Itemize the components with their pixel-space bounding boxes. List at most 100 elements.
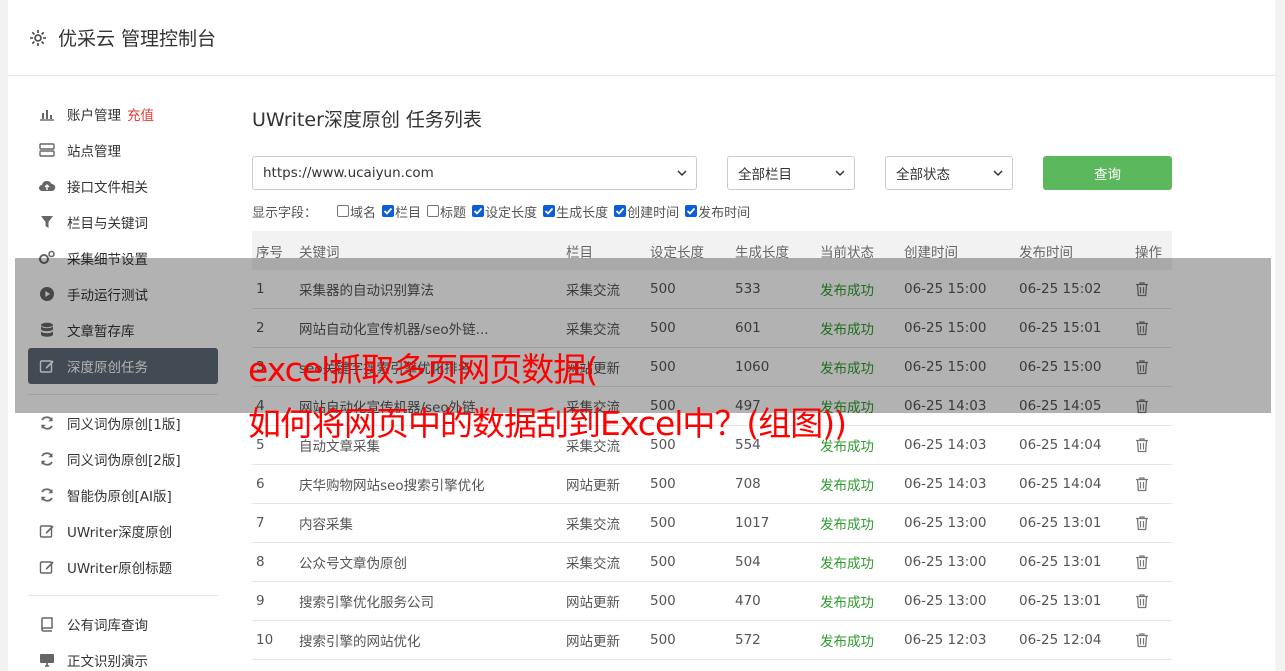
field-checkbox[interactable]: 发布时间 <box>685 202 750 221</box>
sidebar-item[interactable]: 接口文件相关 <box>28 168 218 204</box>
trash-icon[interactable] <box>1135 515 1172 531</box>
row-created: 06-25 14:03 <box>904 476 987 492</box>
field-checkbox[interactable]: 生成长度 <box>543 202 608 221</box>
field-checkbox-label: 创建时间 <box>627 205 680 221</box>
row-created: 06-25 13:00 <box>904 515 987 531</box>
row-number: 6 <box>256 476 265 492</box>
field-checkbox-label: 域名 <box>350 205 377 221</box>
bar-chart-icon <box>38 105 56 123</box>
row-created: 06-25 13:00 <box>904 554 987 570</box>
row-set-length: 500 <box>650 554 676 570</box>
trash-icon[interactable] <box>1135 437 1172 453</box>
sidebar-item[interactable]: 公有词库查询 <box>28 606 218 642</box>
sidebar-item[interactable]: UWriter深度原创 <box>28 513 218 549</box>
sidebar-item-label: 栏目与关键词 <box>67 216 148 232</box>
sidebar-item-label: 账户管理 <box>67 108 121 124</box>
sidebar-item[interactable]: 正文识别演示 <box>28 642 218 671</box>
field-checkbox[interactable]: 标题 <box>427 202 466 221</box>
status-select[interactable]: 全部状态 <box>885 156 1013 190</box>
field-checkbox-label: 栏目 <box>395 205 422 221</box>
row-published: 06-25 14:04 <box>1019 437 1102 453</box>
book-icon <box>38 615 56 633</box>
sidebar-item[interactable]: 栏目与关键词 <box>28 204 218 240</box>
site-select-value: https://www.ucaiyun.com <box>263 165 434 181</box>
field-checkbox-label: 发布时间 <box>698 205 751 221</box>
sidebar-item[interactable]: 账户管理 充值 <box>28 96 218 132</box>
checkbox-checked-icon <box>614 205 627 217</box>
monitor-icon <box>38 651 56 669</box>
page-title: UWriter深度原创 任务列表 <box>252 109 482 131</box>
row-published: 06-25 13:01 <box>1019 515 1102 531</box>
row-keyword: 内容采集 <box>299 517 353 533</box>
refresh-icon <box>38 486 56 504</box>
trash-icon[interactable] <box>1135 476 1172 492</box>
sidebar-item[interactable]: 站点管理 <box>28 132 218 168</box>
field-checkbox[interactable]: 栏目 <box>382 202 421 221</box>
field-checkbox[interactable]: 设定长度 <box>472 202 537 221</box>
row-created: 06-25 13:00 <box>904 593 987 609</box>
field-checkbox[interactable]: 域名 <box>337 202 376 221</box>
chevron-down-icon <box>677 170 687 177</box>
sidebar-item-label: UWriter原创标题 <box>67 561 173 577</box>
row-status: 发布成功 <box>820 556 874 572</box>
row-status: 发布成功 <box>820 478 874 494</box>
table-row: 7 内容采集 采集交流 500 1017 发布成功 06-25 13:00 06-25 13:… <box>252 504 1172 543</box>
table-row: 8 公众号文章伪原创 采集交流 500 504 发布成功 06-25 13:00 06-25 … <box>252 543 1172 582</box>
row-number: 7 <box>256 515 265 531</box>
sidebar-item-label: 同义词伪原创[2版] <box>67 453 181 469</box>
row-status: 发布成功 <box>820 595 874 611</box>
display-fields-label: 显示字段： <box>252 205 318 221</box>
row-gen-length: 470 <box>735 593 761 609</box>
column-select-value: 全部栏目 <box>738 167 792 183</box>
edit-icon <box>38 558 56 576</box>
refresh-icon <box>38 450 56 468</box>
filter-icon <box>38 213 56 231</box>
filter-bar: https://www.ucaiyun.com 全部栏目 全部状态 查询 <box>252 156 1172 190</box>
edit-icon <box>38 522 56 540</box>
main-content: UWriter深度原创 任务列表 https://www.ucaiyun.com… <box>252 100 1172 660</box>
field-checkbox-label: 设定长度 <box>485 205 538 221</box>
app-title: 优采云 管理控制台 <box>58 28 217 50</box>
site-select[interactable]: https://www.ucaiyun.com <box>252 156 697 190</box>
row-set-length: 500 <box>650 476 676 492</box>
caption-line-1: excel抓取多页网页数据( <box>248 350 598 389</box>
trash-icon[interactable] <box>1135 554 1172 570</box>
checkbox-empty-icon <box>427 205 440 217</box>
checkbox-checked-icon <box>472 205 485 217</box>
gear-icon <box>28 28 48 48</box>
field-checkbox-label: 标题 <box>440 205 467 221</box>
row-published: 06-25 14:04 <box>1019 476 1102 492</box>
row-number: 10 <box>256 632 274 648</box>
row-column: 采集交流 <box>566 556 620 572</box>
trash-icon[interactable] <box>1135 632 1172 648</box>
row-gen-length: 1017 <box>735 515 770 531</box>
row-keyword: 公众号文章伪原创 <box>299 556 407 572</box>
checkbox-checked-icon <box>543 205 556 217</box>
display-fields: 显示字段： 域名 栏目 标题 设定长度 生成长度 创建时间 发布时间 <box>252 201 756 221</box>
chevron-down-icon <box>993 170 1003 177</box>
row-set-length: 500 <box>650 632 676 648</box>
sidebar-item-label: 正文识别演示 <box>67 654 148 670</box>
sidebar-item-label: 站点管理 <box>67 144 121 160</box>
row-keyword: 搜索引擎的网站优化 <box>299 634 421 650</box>
row-published: 06-25 13:01 <box>1019 593 1102 609</box>
caption-overlay <box>15 258 1271 413</box>
query-button[interactable]: 查询 <box>1043 156 1172 190</box>
trash-icon[interactable] <box>1135 593 1172 609</box>
column-select[interactable]: 全部栏目 <box>727 156 855 190</box>
sidebar-item[interactable]: 智能伪原创[AI版] <box>28 477 218 513</box>
row-gen-length: 708 <box>735 476 761 492</box>
field-checkbox[interactable]: 创建时间 <box>614 202 679 221</box>
row-status: 发布成功 <box>820 517 874 533</box>
server-icon <box>38 141 56 159</box>
recharge-link[interactable]: 充值 <box>127 104 154 124</box>
row-set-length: 500 <box>650 515 676 531</box>
row-published: 06-25 12:04 <box>1019 632 1102 648</box>
caption-line-2: 如何将网页中的数据刮到Excel中？(组图)) <box>248 404 847 443</box>
checkbox-checked-icon <box>685 205 698 217</box>
checkbox-empty-icon <box>337 205 350 217</box>
row-gen-length: 504 <box>735 554 761 570</box>
row-created: 06-25 14:03 <box>904 437 987 453</box>
sidebar-item[interactable]: UWriter原创标题 <box>28 549 218 585</box>
sidebar-item[interactable]: 同义词伪原创[2版] <box>28 441 218 477</box>
